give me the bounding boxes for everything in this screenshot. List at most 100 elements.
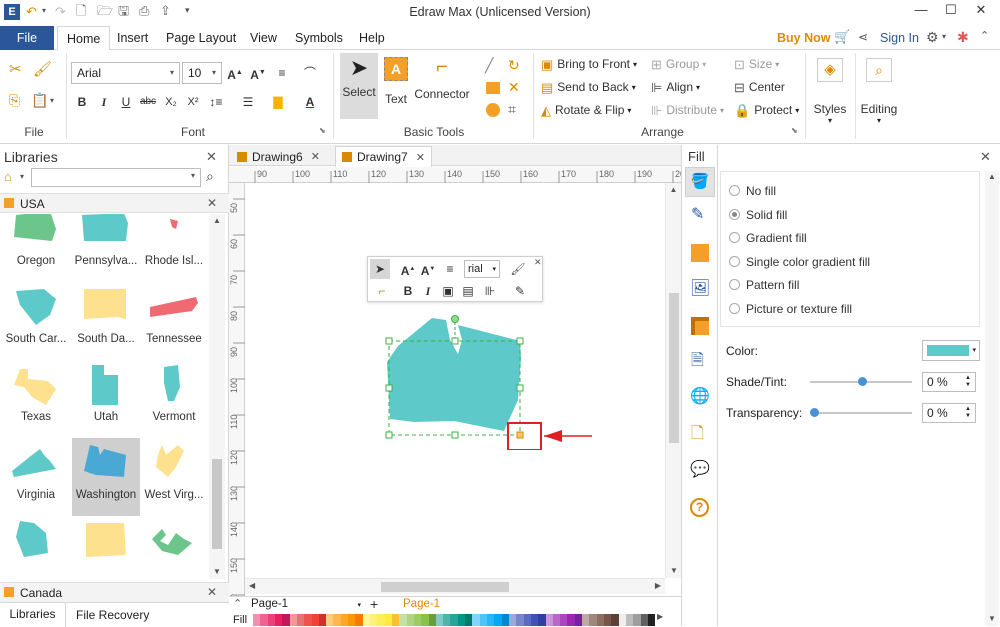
close-tab-icon[interactable]: ✕ [311, 150, 320, 163]
tab-file[interactable]: File [0, 26, 54, 50]
font-size-select[interactable]: 10 ▾ [182, 62, 222, 84]
rotate-handle[interactable] [451, 315, 459, 323]
shrink-font-icon[interactable]: A▼ [248, 63, 268, 83]
font-color-icon[interactable]: A [300, 92, 320, 112]
page-tab-active[interactable]: Page-1 [403, 598, 440, 610]
library-shape-item[interactable]: South Da... [72, 282, 140, 360]
palette-color-swatch[interactable] [487, 614, 495, 626]
format-painter-icon[interactable]: 🖌 [33, 62, 52, 77]
palette-color-swatch[interactable] [567, 614, 575, 626]
shade-tint-thumb[interactable] [858, 377, 867, 386]
palette-color-swatch[interactable] [633, 614, 641, 626]
mini-align-icon[interactable]: ≡ [440, 259, 460, 279]
palette-color-swatch[interactable] [552, 614, 561, 626]
shade-tint-slider[interactable] [810, 377, 912, 386]
close-fill-panel-icon[interactable]: ✕ [980, 150, 991, 163]
washington-shape-selection[interactable] [384, 310, 604, 450]
palette-color-swatch[interactable] [399, 614, 407, 626]
palette-color-swatch[interactable] [611, 614, 619, 626]
underline-icon[interactable]: U [116, 92, 136, 112]
palette-color-swatch[interactable] [647, 614, 656, 626]
palette-color-swatch[interactable] [530, 614, 539, 626]
mini-grow-font-icon[interactable]: A▲ [398, 259, 418, 279]
paste-icon[interactable]: 📋 [31, 93, 48, 107]
globe-panel-icon[interactable]: 🌐 [690, 389, 710, 405]
home-icon[interactable]: ⌂ [4, 170, 12, 183]
palette-color-swatch[interactable] [267, 614, 275, 626]
transparency-stepper[interactable]: 0 % ▲ ▼ [922, 403, 976, 423]
close-libraries-icon[interactable]: ✕ [206, 150, 217, 163]
bold-icon[interactable]: B [72, 92, 92, 112]
resize-handle[interactable] [385, 431, 393, 439]
palette-color-swatch[interactable] [421, 614, 429, 626]
tab-libraries[interactable]: Libraries [0, 603, 66, 627]
editing-button[interactable]: ⌕ Editing ▾ [858, 54, 900, 132]
cut-icon[interactable]: ✂ [9, 62, 22, 77]
shade-tint-stepper[interactable]: 0 % ▲ ▼ [922, 372, 976, 392]
transparency-slider[interactable] [810, 408, 912, 417]
library-shape-item[interactable]: West Virg... [140, 438, 208, 516]
palette-color-swatch[interactable] [523, 614, 531, 626]
library-shape-item[interactable] [72, 516, 140, 579]
library-shape-item[interactable]: Tennessee [140, 282, 208, 360]
palette-color-swatch[interactable] [435, 614, 444, 626]
palette-color-swatch[interactable] [311, 614, 319, 626]
mini-bring-front-icon[interactable]: ▣ [438, 281, 458, 301]
superscript-icon[interactable]: X² [183, 92, 203, 112]
comment-panel-icon[interactable]: 💬 [690, 462, 710, 478]
page-selector[interactable]: Page-1 ▾ [251, 598, 361, 612]
library-shape-item[interactable]: Oregon [2, 214, 70, 282]
collapse-ribbon-icon[interactable]: ⌃ [980, 31, 989, 42]
fill-option-picture-texture[interactable]: Picture or texture fill [729, 302, 870, 326]
palette-color-swatch[interactable] [625, 614, 634, 626]
arrange-dialog-launcher-icon[interactable]: ⬊ [791, 127, 798, 135]
tab-home[interactable]: Home [57, 26, 111, 51]
mini-select-icon[interactable]: ➤ [370, 259, 390, 279]
palette-next-icon[interactable]: ▶ [657, 613, 663, 621]
mini-shrink-font-icon[interactable]: A▼ [418, 259, 438, 279]
palette-color-swatch[interactable] [501, 614, 509, 626]
palette-color-swatch[interactable] [457, 614, 466, 626]
library-category-header[interactable]: USA ✕ [0, 193, 229, 213]
palette-color-swatch[interactable] [340, 614, 349, 626]
transparency-thumb[interactable] [810, 408, 819, 417]
resize-handle[interactable] [516, 337, 524, 345]
library-search-input[interactable] [31, 168, 201, 187]
canvas-hscroll-thumb[interactable] [381, 582, 509, 592]
cross-tool-icon[interactable]: ✕ [508, 80, 520, 94]
paste-dropdown-icon[interactable]: ▾ [50, 97, 54, 105]
palette-color-swatch[interactable] [516, 614, 524, 626]
tab-insert[interactable]: Insert [108, 26, 157, 50]
palette-color-swatch[interactable] [253, 614, 261, 626]
line-tool-icon[interactable]: ╱ [485, 58, 493, 72]
doc-tab-drawing7[interactable]: Drawing7 ✕ [335, 146, 432, 167]
font-dialog-launcher-icon[interactable]: ⬊ [319, 127, 326, 135]
rotate-flip-button[interactable]: ◭ Rotate & Flip ▾ [541, 103, 631, 117]
tab-help[interactable]: Help [350, 26, 394, 50]
palette-color-swatch[interactable] [326, 614, 334, 626]
palette-color-swatch[interactable] [604, 614, 612, 626]
distribute-button[interactable]: ⊪ Distribute ▾ [651, 103, 724, 117]
palette-color-swatch[interactable] [479, 614, 487, 626]
palette-color-swatch[interactable] [413, 614, 422, 626]
center-button[interactable]: ⊟ Center [734, 80, 785, 94]
shadow-panel-icon[interactable] [691, 244, 709, 262]
library-shape-item[interactable]: Texas [2, 360, 70, 438]
library-scrollbar[interactable]: ▲ ▼ [209, 214, 225, 579]
washington-shape[interactable] [387, 318, 521, 431]
library-shape-item[interactable] [140, 516, 208, 579]
subscript-icon[interactable]: X₂ [161, 92, 181, 112]
palette-color-swatch[interactable] [282, 614, 290, 626]
library-shape-item[interactable] [2, 516, 70, 579]
mini-distribute-icon[interactable]: ⊪ [480, 281, 500, 301]
help-panel-icon[interactable]: ? [690, 498, 709, 517]
library-shape-item[interactable]: Washington [72, 438, 140, 516]
fill-panel-scrollbar[interactable]: ▲ ▼ [985, 171, 999, 626]
library-shape-item[interactable]: Pennsylva... [72, 214, 140, 282]
palette-color-swatch[interactable] [304, 614, 312, 626]
select-tool-button[interactable]: ➤ Select [340, 53, 378, 119]
mini-bold-icon[interactable]: B [398, 281, 418, 301]
palette-color-swatch[interactable] [274, 614, 283, 626]
palette-color-swatch[interactable] [406, 614, 414, 626]
fill-option-gradient-fill[interactable]: Gradient fill [729, 231, 870, 255]
